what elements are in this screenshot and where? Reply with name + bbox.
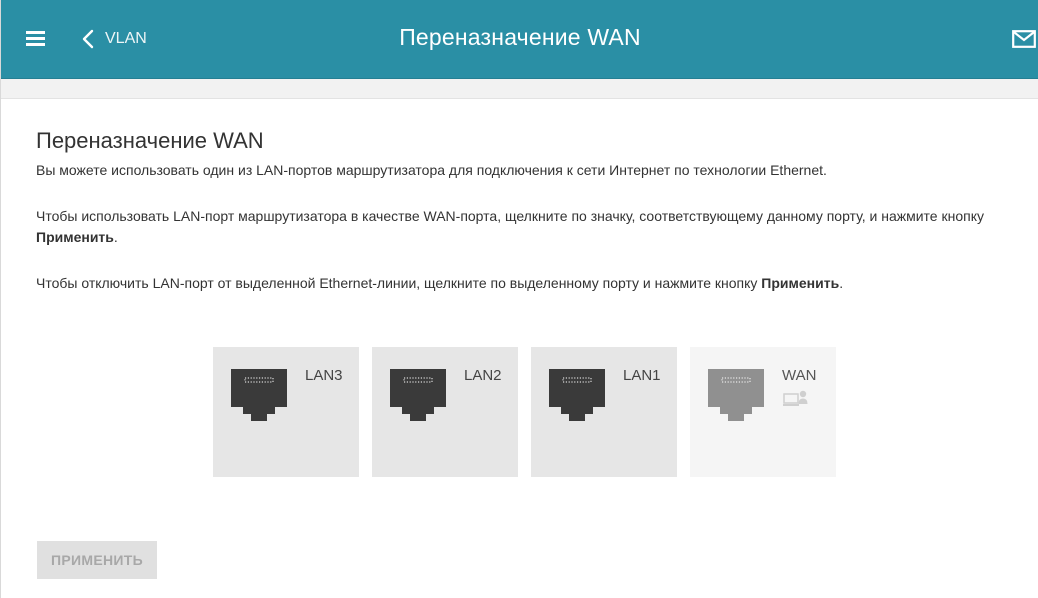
page-title: Переназначение WAN — [399, 24, 641, 50]
port-card-wan[interactable]: WAN — [690, 347, 836, 477]
port-label: LAN3 — [305, 367, 343, 384]
description-text-2-bold: Применить — [36, 229, 114, 245]
description-text-1: Вы можете использовать один из LAN-порто… — [36, 162, 827, 178]
port-card-lan1[interactable]: LAN1 — [531, 347, 677, 477]
description-text-2: Чтобы использовать LAN-порт маршрутизато… — [36, 206, 1021, 248]
port-label: LAN2 — [464, 367, 502, 384]
description-text-3: Чтобы отключить LAN-порт от выделенной E… — [36, 273, 1021, 294]
ethernet-port-icon — [390, 369, 446, 421]
computer-user-icon — [783, 390, 808, 406]
ethernet-port-icon — [549, 369, 605, 421]
port-label: LAN1 — [623, 367, 661, 384]
ethernet-port-icon — [708, 369, 764, 421]
description-text-2-prefix: Чтобы использовать LAN-порт маршрутизато… — [36, 208, 984, 224]
port-card-lan3[interactable]: LAN3 — [213, 347, 359, 477]
description-text-3-suffix: . — [839, 275, 844, 291]
top-bar: VLAN Переназначение WAN — [1, 0, 1038, 79]
description-text-2-suffix: . — [113, 229, 118, 245]
sub-toolbar — [1, 79, 1038, 99]
port-card-lan2[interactable]: LAN2 — [372, 347, 518, 477]
page: VLAN Переназначение WAN Переназначение W… — [0, 0, 1038, 598]
mail-icon[interactable] — [1012, 30, 1036, 48]
port-label: WAN — [782, 367, 817, 384]
ethernet-port-icon — [231, 369, 287, 421]
description-text-3-prefix: Чтобы отключить LAN-порт от выделенной E… — [36, 275, 762, 291]
section-title: Переназначение WAN — [36, 128, 264, 153]
port-selector: LAN3 LAN2 LAN1 WAN — [213, 347, 836, 477]
apply-button[interactable]: ПРИМЕНИТЬ — [37, 541, 157, 579]
description-text-3-bold: Применить — [761, 275, 840, 291]
